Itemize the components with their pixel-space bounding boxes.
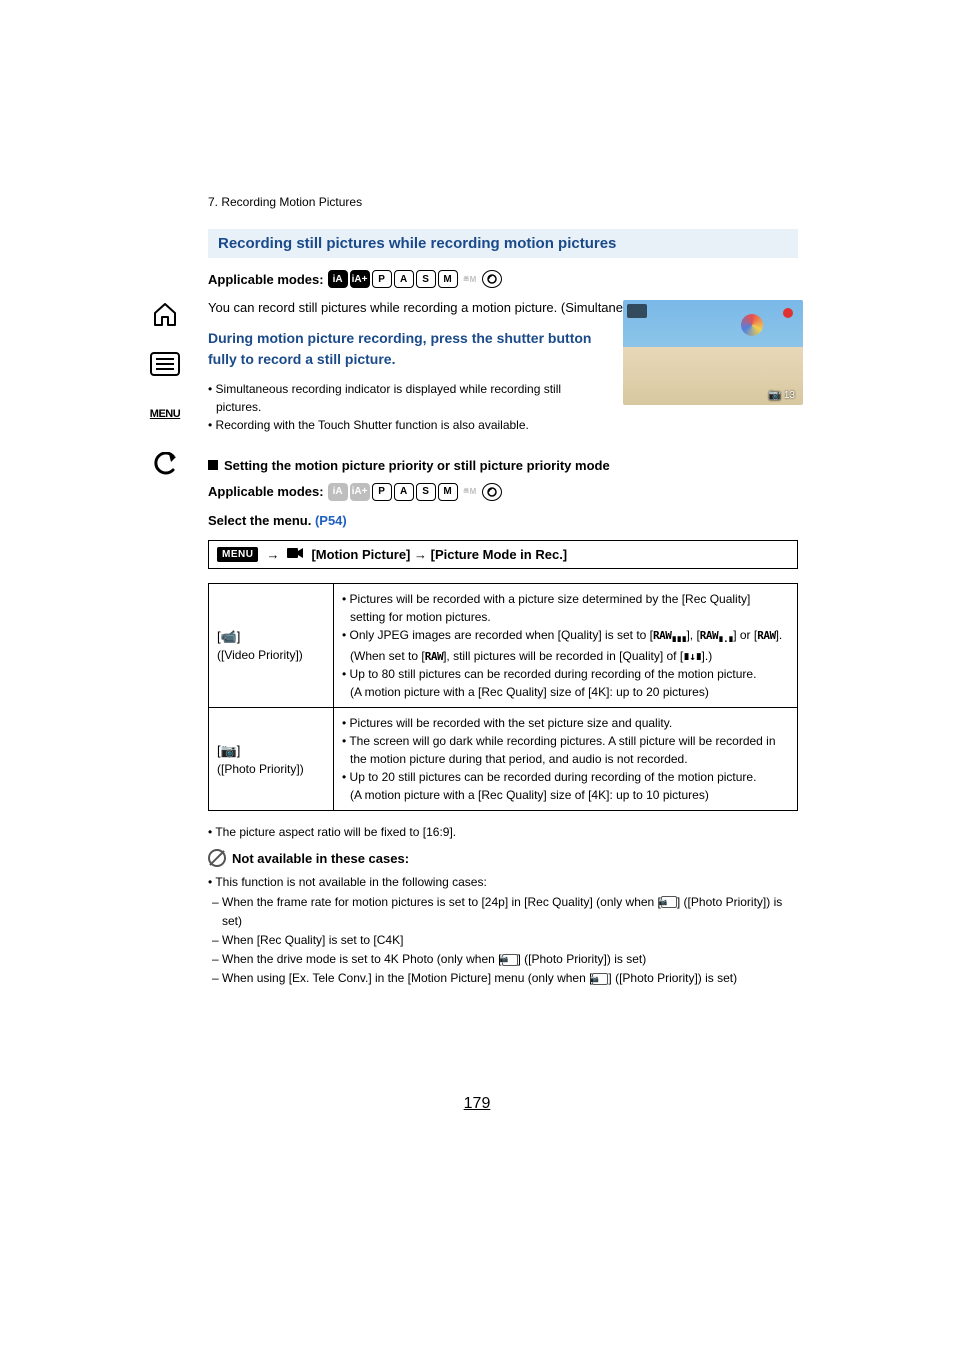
- priority-subheading: Setting the motion picture priority or s…: [208, 458, 798, 473]
- p54-link[interactable]: (P54): [315, 513, 347, 528]
- mode-p-icon: P: [372, 270, 392, 288]
- toc-icon[interactable]: [149, 350, 181, 378]
- home-icon[interactable]: [149, 300, 181, 328]
- prohibited-icon: [208, 849, 226, 867]
- applicable-modes-2: Applicable modes: iA iA+ P A S M ≝M: [208, 483, 798, 501]
- not-available-list: This function is not available in the fo…: [208, 873, 798, 988]
- mode-mv-icon: ≝M: [460, 483, 480, 501]
- mode-p-icon: P: [372, 483, 392, 501]
- mode-iaplus-icon: iA+: [350, 483, 370, 501]
- photo-priority-icon: 📷: [502, 954, 518, 966]
- table-row: [📹] ([Video Priority]) Pictures will be …: [209, 584, 798, 708]
- mode-a-icon: A: [394, 483, 414, 501]
- motion-picture-icon: [287, 547, 303, 562]
- instruction-bullets: Simultaneous recording indicator is disp…: [208, 380, 608, 434]
- photo-priority-label: [📷] ([Photo Priority]): [209, 708, 334, 811]
- mode-mv-icon: ≝M: [460, 270, 480, 288]
- sidebar: MENU: [145, 300, 185, 478]
- mode-iaplus-icon: iA+: [350, 270, 370, 288]
- example-thumbnail: 📷 13: [623, 300, 803, 405]
- video-priority-desc: Pictures will be recorded with a picture…: [334, 584, 798, 708]
- mode-ia-icon: iA: [328, 483, 348, 501]
- menu-path-box: MENU → [Motion Picture] → [Picture Mode …: [208, 540, 798, 569]
- applicable-modes-1: Applicable modes: iA iA+ P A S M ≝M: [208, 270, 798, 288]
- mode-s-icon: S: [416, 270, 436, 288]
- thumb-counter: 📷 13: [769, 390, 795, 401]
- back-icon[interactable]: [149, 450, 181, 478]
- breadcrumb: 7. Recording Motion Pictures: [208, 195, 798, 209]
- video-priority-label: [📹] ([Video Priority]): [209, 584, 334, 708]
- aspect-ratio-note: The picture aspect ratio will be fixed t…: [208, 825, 798, 839]
- mode-a-icon: A: [394, 270, 414, 288]
- mode-s-icon: S: [416, 483, 436, 501]
- table-row: [📷] ([Photo Priority]) Pictures will be …: [209, 708, 798, 811]
- select-menu-line: Select the menu. (P54): [208, 511, 798, 531]
- photo-priority-icon: 📷: [592, 973, 608, 985]
- photo-priority-desc: Pictures will be recorded with the set p…: [334, 708, 798, 811]
- menu-label[interactable]: MENU: [149, 400, 181, 428]
- page-content: 7. Recording Motion Pictures Recording s…: [208, 195, 798, 989]
- not-available-heading: Not available in these cases:: [208, 849, 798, 867]
- mode-ia-icon: iA: [328, 270, 348, 288]
- priority-table: [📹] ([Video Priority]) Pictures will be …: [208, 583, 798, 811]
- photo-priority-icon: 📷: [661, 896, 677, 908]
- mode-c-icon: [482, 483, 502, 501]
- mode-m-icon: M: [438, 483, 458, 501]
- mode-c-icon: [482, 270, 502, 288]
- rec-indicator-icon: [783, 308, 793, 318]
- menu-path: [Motion Picture] → [Picture Mode in Rec.…: [311, 547, 567, 562]
- menu-chip-icon: MENU: [217, 547, 258, 562]
- instruction: During motion picture recording, press t…: [208, 328, 608, 370]
- section-title: Recording still pictures while recording…: [208, 229, 798, 258]
- beach-ball-icon: [741, 314, 763, 336]
- rec-badge-icon: [627, 304, 647, 318]
- page-number: 179: [0, 1095, 954, 1113]
- mode-m-icon: M: [438, 270, 458, 288]
